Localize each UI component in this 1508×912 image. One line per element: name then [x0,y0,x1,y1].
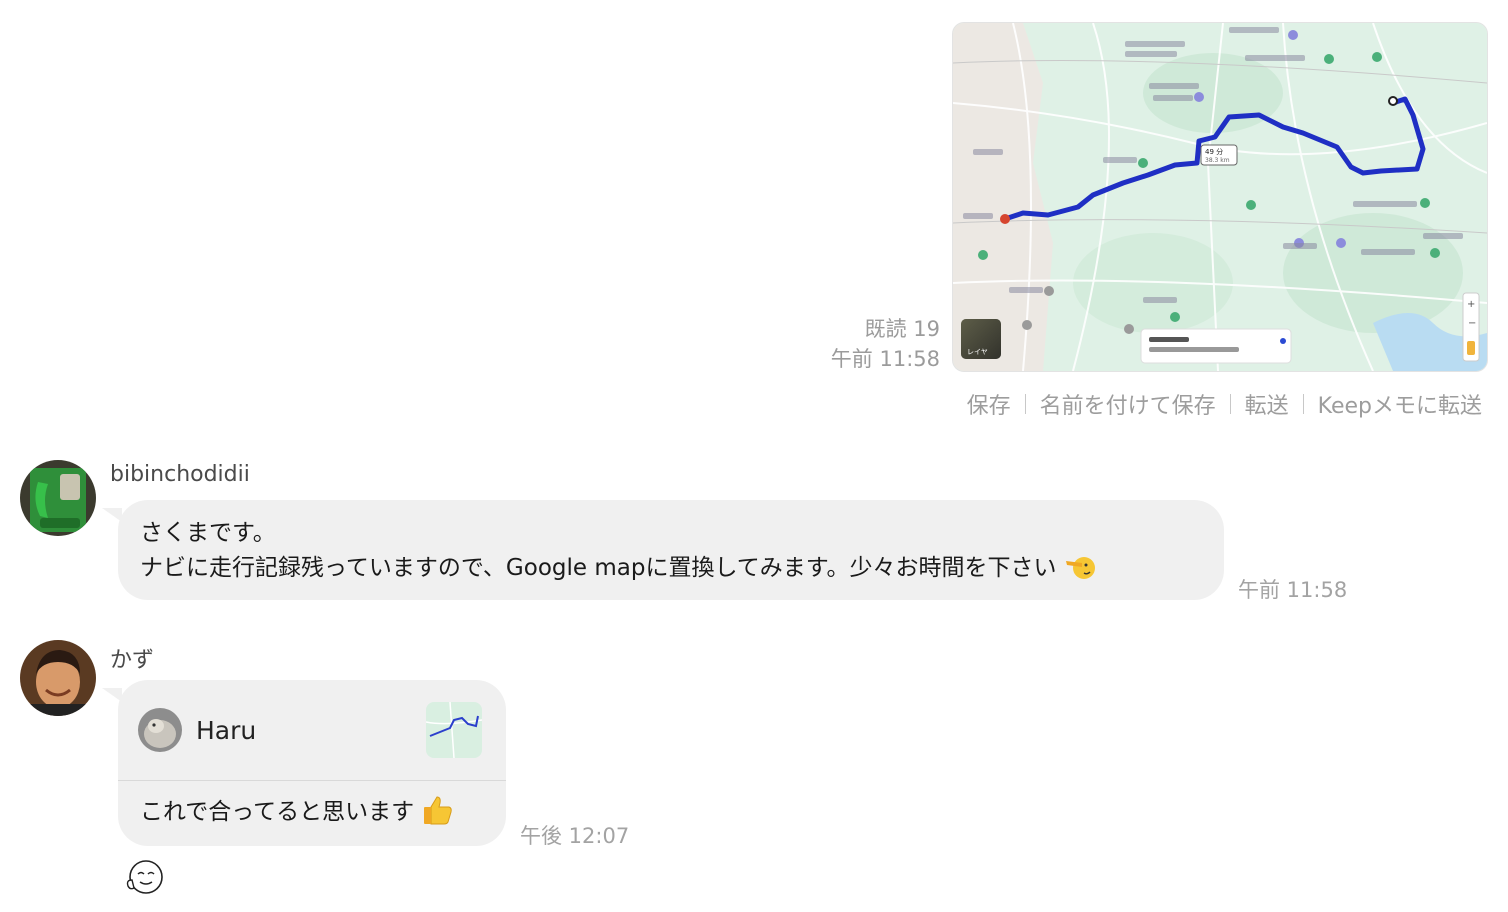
quoted-message[interactable]: Haru [118,680,506,781]
save-button[interactable]: 保存 [967,388,1011,420]
map-thumbnail-icon [426,702,482,758]
map-distance-label: 38.3 km [1205,157,1230,164]
route-map: 49 分 38.3 km + − レイヤ [953,23,1487,371]
svg-text:+: + [1467,299,1475,310]
thinking-face-icon [126,860,163,894]
read-receipt: 既読 19 [864,317,940,341]
keep-forward-button[interactable]: Keepメモに転送 [1318,388,1482,420]
thumbs-up-emoji-icon [421,795,453,836]
sender-name: bibinchodidii [110,462,250,487]
divider [1302,394,1304,414]
divider [1024,394,1026,414]
message-time: 午前 11:58 [1238,578,1348,602]
message-text: これで合ってると思います [140,799,415,825]
map-duration-label: 49 分 [1205,147,1223,156]
quoted-avatar [138,708,182,752]
save-as-button[interactable]: 名前を付けて保存 [1040,388,1216,420]
image-actions: 保存 名前を付けて保存 転送 Keepメモに転送 [967,388,1482,420]
chat-screen: 49 分 38.3 km + − レイヤ 既読 19 午前 11:58 保存 名… [0,0,1508,912]
outgoing-meta: 既読 19 午前 11:58 [831,314,940,374]
shared-map-image[interactable]: 49 分 38.3 km + − レイヤ [952,22,1488,372]
avatar-kazu[interactable] [20,640,96,716]
reaction-sticker[interactable] [124,858,166,898]
map-layers-label: レイヤ [967,348,988,356]
outgoing-time: 午前 11:58 [830,347,940,371]
message-line: さくまです。 [140,520,276,546]
quoted-sender-name: Haru [196,715,257,745]
svg-text:−: − [1468,318,1476,329]
sender-name: かず [110,648,155,673]
forward-button[interactable]: 転送 [1245,388,1289,420]
message-line: ナビに走行記録残っていますので、Google mapに置換してみます。少々お時間… [140,555,1057,581]
person-avatar-icon [20,640,96,716]
reply-text-row: これで合ってると思います [118,781,506,846]
divider [1229,394,1231,414]
quoted-map-thumbnail [426,702,482,758]
message-line-wrap: ナビに走行記録残っていますので、Google mapに置換してみます。少々お時間… [140,551,1202,592]
point-left-emoji-icon [1064,553,1096,592]
cat-avatar-icon [138,708,182,752]
message-bubble[interactable]: さくまです。 ナビに走行記録残っていますので、Google mapに置換してみま… [118,500,1224,600]
message-time: 午後 12:07 [520,824,630,848]
avatar-bibinchodidii[interactable] [20,460,96,536]
reply-bubble[interactable]: Haru これで合ってると思います [118,680,506,846]
payphone-avatar-icon [20,460,96,536]
